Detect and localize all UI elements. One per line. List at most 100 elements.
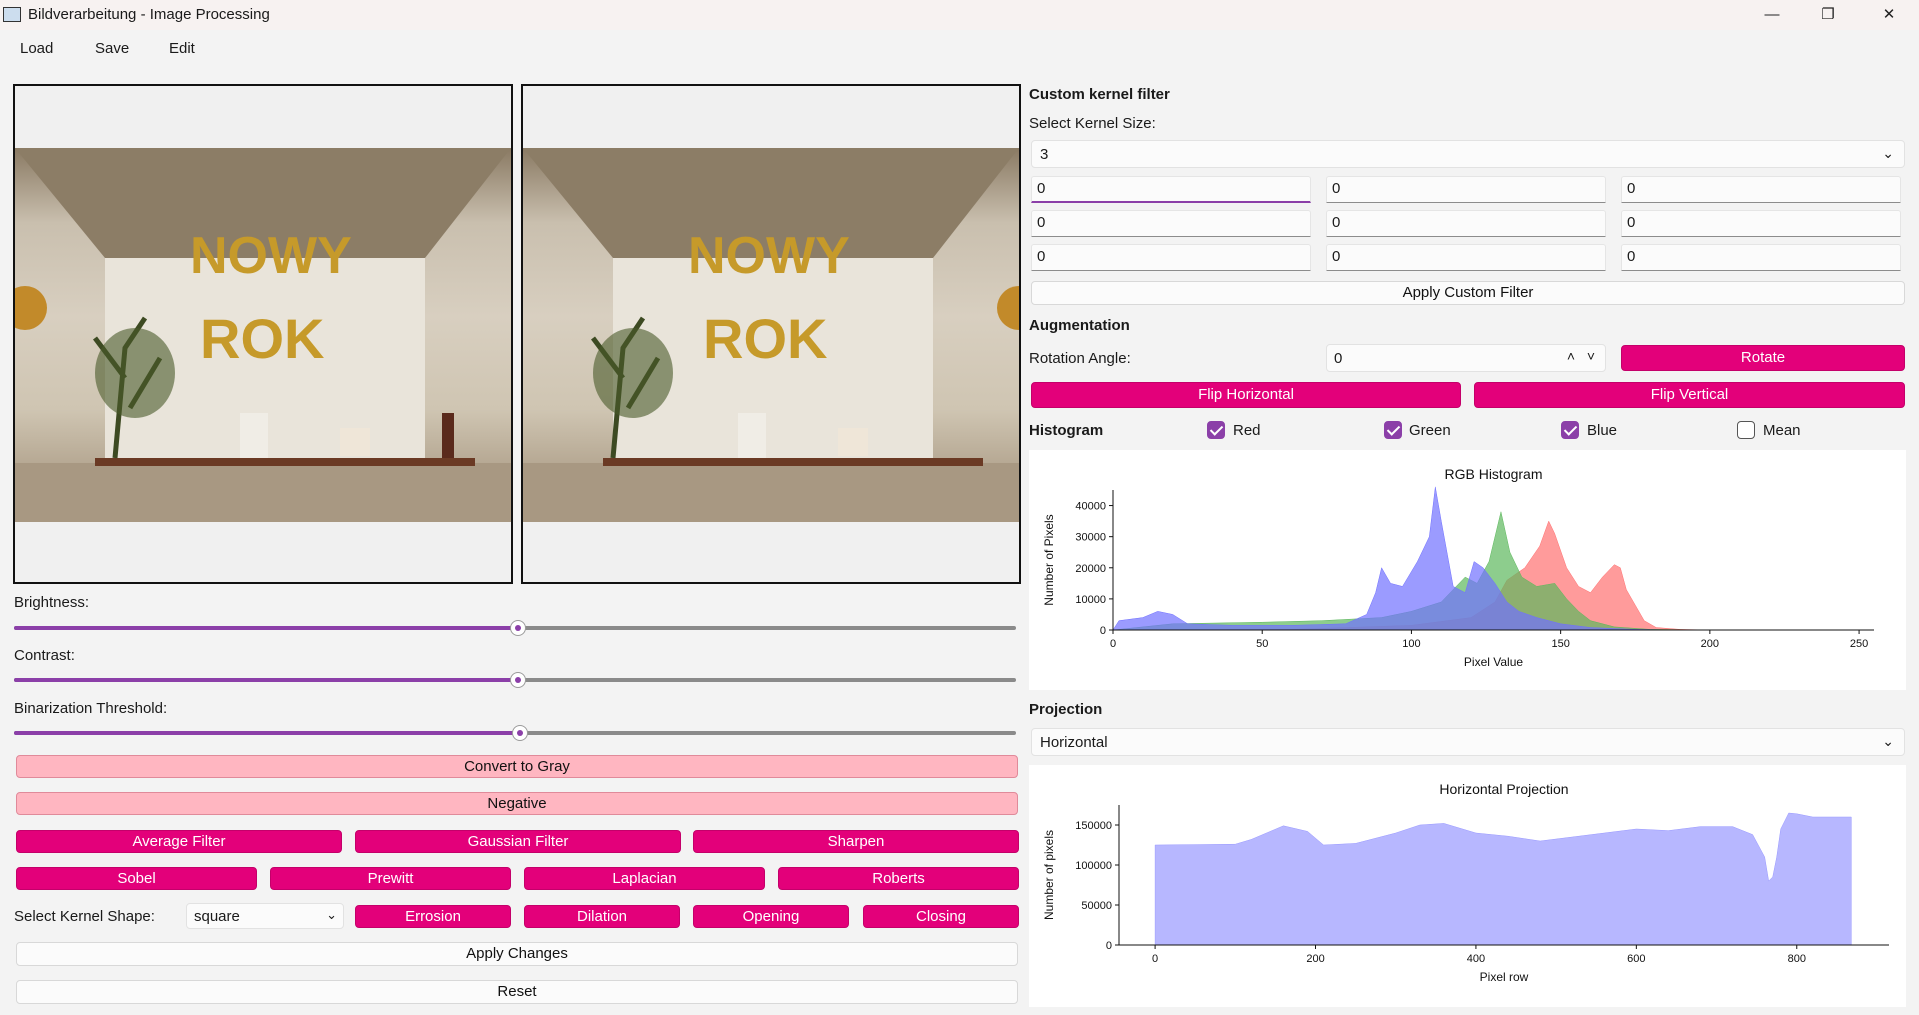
rgb-histogram-chart: RGB Histogram 0 50 100 150 200 250 0 10000 20000 3… [1042, 466, 1874, 669]
kernel-size-label: Select Kernel Size: [1029, 115, 1156, 132]
y-tick-label: 30000 [1075, 532, 1106, 544]
kernel-cell-2-0[interactable]: 0 [1031, 244, 1311, 271]
photo-scene: NOWY ROK [15, 148, 511, 522]
original-image-panel: NOWY ROK [13, 84, 513, 584]
apply-custom-filter-button[interactable]: Apply Custom Filter [1031, 281, 1905, 305]
custom-kernel-title: Custom kernel filter [1029, 86, 1170, 103]
reset-button[interactable]: Reset [16, 980, 1018, 1004]
rotation-angle-spinbox[interactable]: 0 ˄ ˅ [1326, 344, 1606, 372]
minimize-button[interactable]: — [1749, 0, 1795, 30]
y-tick-label: 40000 [1075, 501, 1106, 513]
threshold-slider-handle[interactable] [512, 725, 528, 741]
convert-to-gray-button[interactable]: Convert to Gray [16, 755, 1018, 778]
average-filter-button[interactable]: Average Filter [16, 830, 342, 853]
red-checkbox-label: Red [1233, 422, 1261, 439]
chevron-down-icon[interactable]: ˅ [1587, 348, 1595, 364]
opening-button[interactable]: Opening [693, 905, 849, 928]
x-tick-label: 200 [1306, 953, 1324, 965]
chevron-up-icon[interactable]: ˄ [1567, 348, 1575, 364]
flip-horizontal-button[interactable]: Flip Horizontal [1031, 382, 1461, 408]
rotate-button[interactable]: Rotate [1621, 345, 1905, 371]
window-title: Bildverarbeitung - Image Processing [28, 6, 270, 23]
red-checkbox[interactable] [1207, 421, 1225, 439]
kernel-cell-1-2[interactable]: 0 [1621, 210, 1901, 237]
threshold-slider-fill [14, 731, 520, 735]
y-tick-label: 50000 [1081, 900, 1112, 912]
kernel-cell-0-0[interactable]: 0 [1031, 176, 1311, 203]
contrast-slider-handle[interactable] [510, 672, 526, 688]
kernel-cell-0-1[interactable]: 0 [1326, 176, 1606, 203]
kernel-cell-1-0[interactable]: 0 [1031, 210, 1311, 237]
balloon-letters-bottom: ROK [200, 307, 324, 370]
chart-title: Horizontal Projection [1439, 781, 1568, 797]
mean-checkbox-label: Mean [1763, 422, 1801, 439]
green-checkbox[interactable] [1384, 421, 1402, 439]
app-icon [3, 7, 21, 22]
rotation-angle-label: Rotation Angle: [1029, 350, 1131, 367]
balloon-letters-top: NOWY [190, 227, 352, 285]
y-axis-label: Number of Pixels [1042, 514, 1056, 605]
prewitt-button[interactable]: Prewitt [270, 867, 511, 890]
histogram-title: Histogram [1029, 422, 1104, 439]
y-tick-label: 100000 [1075, 860, 1112, 872]
laplacian-button[interactable]: Laplacian [524, 867, 765, 890]
y-tick-label: 10000 [1075, 594, 1106, 606]
sobel-button[interactable]: Sobel [16, 867, 257, 890]
projection-value: Horizontal [1040, 734, 1108, 751]
chevron-down-icon: ⌄ [326, 907, 337, 922]
original-image: NOWY ROK [15, 148, 511, 522]
mean-checkbox[interactable] [1737, 421, 1755, 439]
balloon-letters-top: NOWY [688, 227, 850, 285]
blue-checkbox-label: Blue [1587, 422, 1618, 439]
x-tick-label: 0 [1110, 638, 1116, 650]
menu-load[interactable]: Load [20, 40, 53, 57]
processed-image-panel: NOWY ROK [521, 84, 1021, 584]
close-button[interactable]: ✕ [1866, 0, 1912, 30]
kernel-cell-0-2[interactable]: 0 [1621, 176, 1901, 203]
menu-edit[interactable]: Edit [169, 40, 195, 57]
horizontal-projection-chart: Horizontal Projection 0 200 400 600 800 0 50000… [1042, 781, 1889, 984]
brightness-slider[interactable] [14, 620, 1016, 636]
sharpen-button[interactable]: Sharpen [693, 830, 1019, 853]
roberts-button[interactable]: Roberts [778, 867, 1019, 890]
processed-image: NOWY ROK [523, 148, 1019, 522]
x-tick-label: 250 [1850, 638, 1868, 650]
x-tick-label: 600 [1627, 953, 1645, 965]
projection-select[interactable]: Horizontal ⌄ [1031, 728, 1905, 756]
x-tick-label: 400 [1467, 953, 1485, 965]
maximize-button[interactable]: ❐ [1805, 0, 1851, 30]
brightness-slider-fill [14, 626, 518, 630]
brightness-slider-handle[interactable] [510, 620, 526, 636]
apply-changes-button[interactable]: Apply Changes [16, 942, 1018, 966]
kernel-shape-select[interactable]: square ⌄ [186, 903, 344, 929]
y-tick-label: 0 [1100, 625, 1106, 637]
kernel-size-select[interactable]: 3 ⌄ [1031, 140, 1905, 168]
photo-scene-processed: NOWY ROK [523, 148, 1019, 522]
menu-bar: Load Save Edit [0, 30, 1919, 66]
threshold-slider[interactable] [14, 725, 1016, 741]
chart-title: RGB Histogram [1444, 466, 1542, 482]
negative-button[interactable]: Negative [16, 792, 1018, 815]
x-tick-label: 100 [1402, 638, 1420, 650]
flip-vertical-button[interactable]: Flip Vertical [1474, 382, 1905, 408]
gaussian-filter-button[interactable]: Gaussian Filter [355, 830, 681, 853]
blue-checkbox[interactable] [1561, 421, 1579, 439]
kernel-cell-2-2[interactable]: 0 [1621, 244, 1901, 271]
closing-button[interactable]: Closing [863, 905, 1019, 928]
series-area-0 [1154, 812, 1852, 946]
menu-save[interactable]: Save [95, 40, 129, 57]
projection-plot-panel: Horizontal Projection 0 200 400 600 800 0 50000… [1029, 765, 1906, 1007]
brightness-label: Brightness: [14, 594, 90, 611]
green-checkbox-label: Green [1409, 422, 1451, 439]
balloon-letters-bottom: ROK [703, 307, 827, 370]
y-tick-label: 20000 [1075, 563, 1106, 575]
dilation-button[interactable]: Dilation [524, 905, 680, 928]
contrast-slider[interactable] [14, 672, 1016, 688]
erosion-button[interactable]: Errosion [355, 905, 511, 928]
projection-title: Projection [1029, 701, 1103, 718]
kernel-cell-2-1[interactable]: 0 [1326, 244, 1606, 271]
kernel-cell-1-1[interactable]: 0 [1326, 210, 1606, 237]
x-tick-label: 150 [1551, 638, 1569, 650]
title-bar: Bildverarbeitung - Image Processing — ❐ … [0, 0, 1919, 30]
histogram-plot-panel: RGB Histogram 0 50 100 150 200 250 0 10000 20000 3… [1029, 450, 1906, 690]
